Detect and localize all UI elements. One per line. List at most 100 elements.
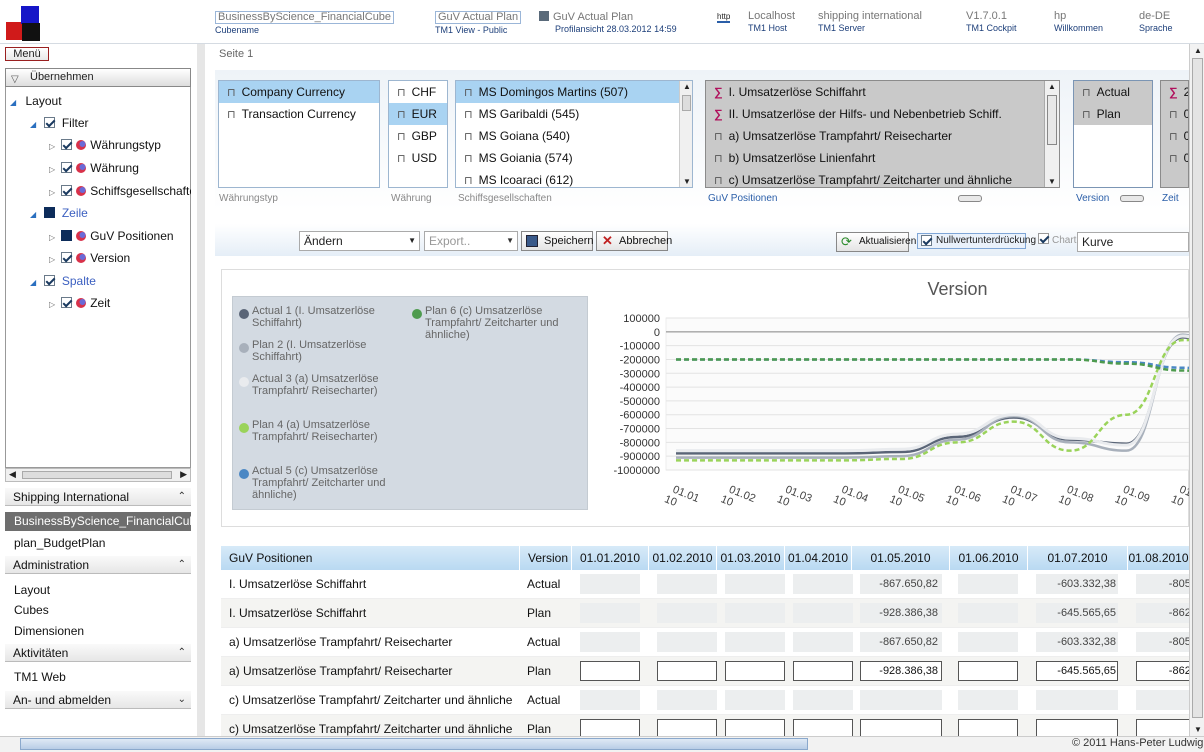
legend-item[interactable]: Plan 2 (I. Umsatzerlöse Schiffahrt) [239,339,392,363]
list-item[interactable]: ⊓ EUR [389,103,447,125]
legend-item[interactable]: Actual 5 (c) Umsatzerlöse Trampfahrt/ Ze… [239,465,407,501]
zero-suppress-checkbox[interactable] [921,235,932,246]
refresh-button[interactable]: ⟳ Aktualisieren [836,232,916,252]
list-item[interactable]: ⊓ Transaction Currency [219,103,379,125]
chart-toggle[interactable]: Chart [1038,233,1076,248]
nav-item-cube-selected[interactable]: BusinessByScience_FinancialCube [5,512,203,531]
positions-resize-handle[interactable] [958,195,982,202]
nav-section-administration[interactable]: Administration ⌃ [5,556,191,574]
filter-checkbox[interactable] [43,117,55,128]
nav-item-dimensionen[interactable]: Dimensionen [14,624,84,638]
list-item[interactable]: ∑ II. Umsatzerlöse der Hilfs- und Nebenbe… [706,103,1059,125]
list-item[interactable]: ⊓ GBP [389,125,447,147]
nav-item-plan[interactable]: plan_BudgetPlan [14,536,105,550]
horizontal-scroll-thumb[interactable] [20,738,808,750]
value-input[interactable] [1136,719,1189,736]
list-item[interactable]: ⊓ MS Goiana (540) [456,125,692,147]
value-input[interactable] [580,719,640,736]
value-input[interactable] [958,719,1018,736]
scroll-thumb[interactable] [1047,95,1057,145]
value-input[interactable] [725,719,785,736]
item-checkbox[interactable] [60,230,72,241]
tree-item-version[interactable]: ▷ Version [49,251,130,267]
spalte-checkbox[interactable] [43,275,55,286]
tree-node-zeile[interactable]: ◢ Zeile [30,206,88,222]
zeile-checkbox[interactable] [43,207,55,218]
tree-node-layout[interactable]: ◢ Layout [10,94,62,110]
item-checkbox[interactable] [60,162,72,173]
item-checkbox[interactable] [60,297,72,308]
mode-select[interactable]: Ändern ▼ [299,231,420,251]
column-header[interactable]: 01.04.2010 [785,546,852,570]
tree-node-filter[interactable]: ◢ Filter [30,116,89,132]
list-item[interactable]: ∑ I. Umsatzerlöse Schiffahrt [706,81,1059,103]
column-header[interactable]: 01.02.2010 [649,546,717,570]
list-item[interactable]: ⊓0 [1161,147,1188,169]
list-item[interactable]: ∑2 [1161,81,1188,103]
value-input[interactable] [860,719,942,736]
value-input[interactable] [958,661,1018,681]
column-header[interactable]: 01.07.2010 [1028,546,1128,570]
save-button[interactable]: Speichern [521,231,594,251]
chart-checkbox[interactable] [1038,233,1049,244]
tree-item-schiffsgesellschaften[interactable]: ▷ Schiffsgesellschaften [49,184,191,200]
value-input[interactable] [1036,719,1118,736]
nav-section-shipping[interactable]: Shipping International ⌃ [5,488,191,506]
tree-item-zeit[interactable]: ▷ Zeit [49,296,110,312]
nav-section-aktivitaeten[interactable]: Aktivitäten ⌃ [5,644,191,662]
view-name[interactable]: GuV Actual Plan [435,11,522,24]
column-header[interactable]: 01.01.2010 [572,546,649,570]
cancel-button[interactable]: ✕ Abbrechen [596,231,672,251]
profile-name[interactable]: GuV Actual Plan [539,11,677,23]
column-header[interactable]: 01.06.2010 [950,546,1028,570]
scroll-thumb[interactable] [682,95,691,111]
apply-button[interactable]: ▽ Übernehmen [5,68,191,87]
chart-type-select[interactable]: Kurve [1077,232,1189,252]
list-item[interactable]: ⊓ Company Currency [219,81,379,103]
column-header[interactable]: 01.03.2010 [717,546,785,570]
column-header[interactable]: 01.05.2010 [852,546,950,570]
tree-item-waehrung[interactable]: ▷ Währung [49,161,139,177]
column-header[interactable]: Version [520,546,572,570]
scroll-thumb[interactable] [22,471,172,479]
value-input[interactable] [580,661,640,681]
list-item[interactable]: ⊓0 [1161,103,1188,125]
value-input[interactable] [657,719,717,736]
tree-item-waehrungstyp[interactable]: ▷ Währungstyp [49,138,161,154]
menu-button[interactable]: Menü [5,47,49,61]
scroll-thumb[interactable] [1192,58,1203,718]
nav-item-cubes[interactable]: Cubes [14,603,49,617]
tree-item-guv-positionen[interactable]: ▷ GuV Positionen [49,229,174,245]
list-scrollbar[interactable]: ▲ ▼ [1044,81,1059,187]
list-item[interactable]: ⊓ CHF [389,81,447,103]
value-input[interactable] [657,661,717,681]
nav-item-layout[interactable]: Layout [14,583,50,597]
zero-suppress-toggle[interactable]: Nullwertunterdrückung [917,233,1036,249]
list-item[interactable]: ⊓ MS Garibaldi (545) [456,103,692,125]
list-scrollbar[interactable]: ▲ ▼ [679,81,692,187]
legend-item[interactable]: Actual 3 (a) Umsatzerlöse Trampfahrt/ Re… [239,373,402,397]
legend-item[interactable]: Actual 1 (I. Umsatzerlöse Schiffahrt) [239,305,392,329]
export-select[interactable]: Export.. ▼ [424,231,518,251]
column-header[interactable]: 01.08.2010 [1128,546,1189,570]
tree-node-spalte[interactable]: ◢ Spalte [30,274,96,290]
list-item[interactable]: ⊓0 [1161,125,1188,147]
list-item[interactable]: ⊓ MS Goiania (574) [456,147,692,169]
nav-section-login[interactable]: An- und abmelden ⌄ [5,691,191,709]
nav-item-tm1web[interactable]: TM1 Web [14,670,66,684]
vertical-scrollbar[interactable]: ▲ ▼ [1189,44,1204,736]
item-checkbox[interactable] [60,139,72,150]
list-item[interactable]: ⊓ Plan [1074,103,1152,125]
column-header[interactable]: GuV Positionen [221,546,520,570]
version-resize-handle[interactable] [1120,195,1144,202]
panel-splitter[interactable] [197,44,205,752]
list-item[interactable]: ⊓ c) Umsatzerlöse Trampfahrt/ Zeitcharter… [706,169,1059,187]
tree-horizontal-scrollbar[interactable]: ◀ ▶ [5,468,191,482]
list-item[interactable]: ⊓ Actual [1074,81,1152,103]
legend-item[interactable]: Plan 4 (a) Umsatzerlöse Trampfahrt/ Reis… [239,419,392,443]
list-item[interactable]: ⊓ MS Domingos Martins (507) [456,81,679,103]
value-input[interactable] [793,719,853,736]
item-checkbox[interactable] [60,185,72,196]
list-item[interactable]: ⊓ b) Umsatzerlöse Linienfahrt [706,147,1059,169]
list-item[interactable]: ⊓ a) Umsatzerlöse Trampfahrt/ Reisecharte… [706,125,1059,147]
